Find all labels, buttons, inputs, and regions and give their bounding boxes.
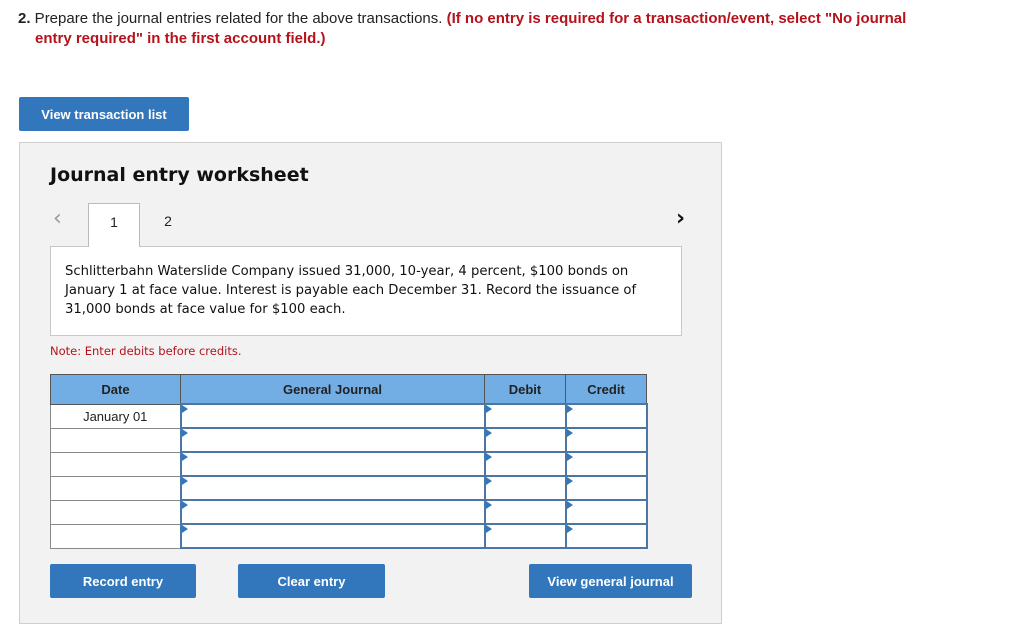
question-text: 2. Prepare the journal entries related f…: [18, 9, 1008, 49]
journal-table: Date General Journal Debit Credit Januar…: [50, 374, 648, 549]
credit-cell: [564, 523, 648, 549]
question-instruction-cont: entry required" in the first account fie…: [35, 30, 326, 47]
date-cell: [50, 499, 181, 525]
question-number: 2.: [18, 10, 31, 27]
dropdown-marker-icon: [181, 525, 188, 533]
dropdown-marker-icon: [485, 453, 492, 461]
date-cell: [50, 451, 181, 477]
tab-2[interactable]: 2: [142, 203, 194, 246]
debit-cell: [483, 475, 567, 501]
table-row: [50, 499, 648, 525]
debit-input[interactable]: [485, 501, 565, 523]
table-row: [50, 523, 648, 549]
date-cell: [50, 427, 181, 453]
tab-1[interactable]: 1: [88, 203, 140, 247]
header-credit: Credit: [565, 374, 647, 405]
account-input[interactable]: [181, 453, 484, 475]
dropdown-marker-icon: [485, 525, 492, 533]
account-input[interactable]: [181, 525, 484, 547]
chevron-right-icon[interactable]: ›: [676, 206, 685, 231]
date-cell: [50, 523, 181, 549]
header-general-journal: General Journal: [180, 374, 485, 405]
account-cell: [179, 523, 486, 549]
credit-input[interactable]: [566, 501, 646, 523]
account-input[interactable]: [181, 477, 484, 499]
debit-cell: [483, 451, 567, 477]
credit-cell: [564, 427, 648, 453]
dropdown-marker-icon: [181, 501, 188, 509]
dropdown-marker-icon: [566, 501, 573, 509]
credit-input[interactable]: [566, 525, 646, 547]
debit-input[interactable]: [485, 525, 565, 547]
credit-cell: [564, 451, 648, 477]
question-prompt: Prepare the journal entries related for …: [30, 10, 447, 27]
credit-input[interactable]: [566, 405, 646, 427]
question-instruction: (If no entry is required for a transacti…: [446, 10, 907, 27]
dropdown-marker-icon: [485, 429, 492, 437]
header-date: Date: [50, 374, 181, 405]
dropdown-marker-icon: [566, 405, 573, 413]
dropdown-marker-icon: [181, 477, 188, 485]
account-cell: [179, 499, 486, 525]
tab-label: 1: [110, 214, 118, 230]
account-input[interactable]: [181, 501, 484, 523]
header-debit: Debit: [484, 374, 566, 405]
dropdown-marker-icon: [485, 405, 492, 413]
chevron-left-icon[interactable]: ‹: [53, 206, 62, 231]
table-row: [50, 451, 648, 477]
dropdown-marker-icon: [181, 429, 188, 437]
account-input[interactable]: [181, 429, 484, 451]
credit-input[interactable]: [566, 477, 646, 499]
account-cell: [179, 475, 486, 501]
table-header-row: Date General Journal Debit Credit: [50, 374, 647, 405]
credit-input[interactable]: [566, 453, 646, 475]
debit-input[interactable]: [485, 405, 565, 427]
credit-cell: [564, 475, 648, 501]
debit-credit-note: Note: Enter debits before credits.: [50, 344, 242, 358]
dropdown-marker-icon: [485, 501, 492, 509]
credit-cell: [564, 499, 648, 525]
view-general-journal-button[interactable]: View general journal: [529, 564, 692, 598]
clear-entry-button[interactable]: Clear entry: [238, 564, 385, 598]
debit-cell: [483, 403, 567, 429]
debit-cell: [483, 427, 567, 453]
dropdown-marker-icon: [181, 453, 188, 461]
table-row: [50, 427, 648, 453]
account-input[interactable]: [181, 405, 484, 427]
debit-cell: [483, 499, 567, 525]
worksheet-title: Journal entry worksheet: [50, 164, 309, 186]
credit-input[interactable]: [566, 429, 646, 451]
table-row: [50, 475, 648, 501]
dropdown-marker-icon: [566, 429, 573, 437]
table-row: January 01: [50, 403, 648, 429]
transaction-description: Schlitterbahn Waterslide Company issued …: [50, 246, 682, 336]
debit-input[interactable]: [485, 477, 565, 499]
debit-input[interactable]: [485, 429, 565, 451]
view-transaction-list-button[interactable]: View transaction list: [19, 97, 189, 131]
record-entry-button[interactable]: Record entry: [50, 564, 196, 598]
date-cell: [50, 475, 181, 501]
dropdown-marker-icon: [566, 453, 573, 461]
date-cell: January 01: [50, 403, 181, 429]
account-cell: [179, 451, 486, 477]
dropdown-marker-icon: [181, 405, 188, 413]
debit-cell: [483, 523, 567, 549]
account-cell: [179, 427, 486, 453]
dropdown-marker-icon: [566, 525, 573, 533]
tab-label: 2: [164, 213, 172, 229]
account-cell: [179, 403, 486, 429]
debit-input[interactable]: [485, 453, 565, 475]
journal-entry-worksheet-panel: Journal entry worksheet ‹ 1 2 › Schlitte…: [19, 142, 722, 624]
credit-cell: [564, 403, 648, 429]
dropdown-marker-icon: [566, 477, 573, 485]
dropdown-marker-icon: [485, 477, 492, 485]
